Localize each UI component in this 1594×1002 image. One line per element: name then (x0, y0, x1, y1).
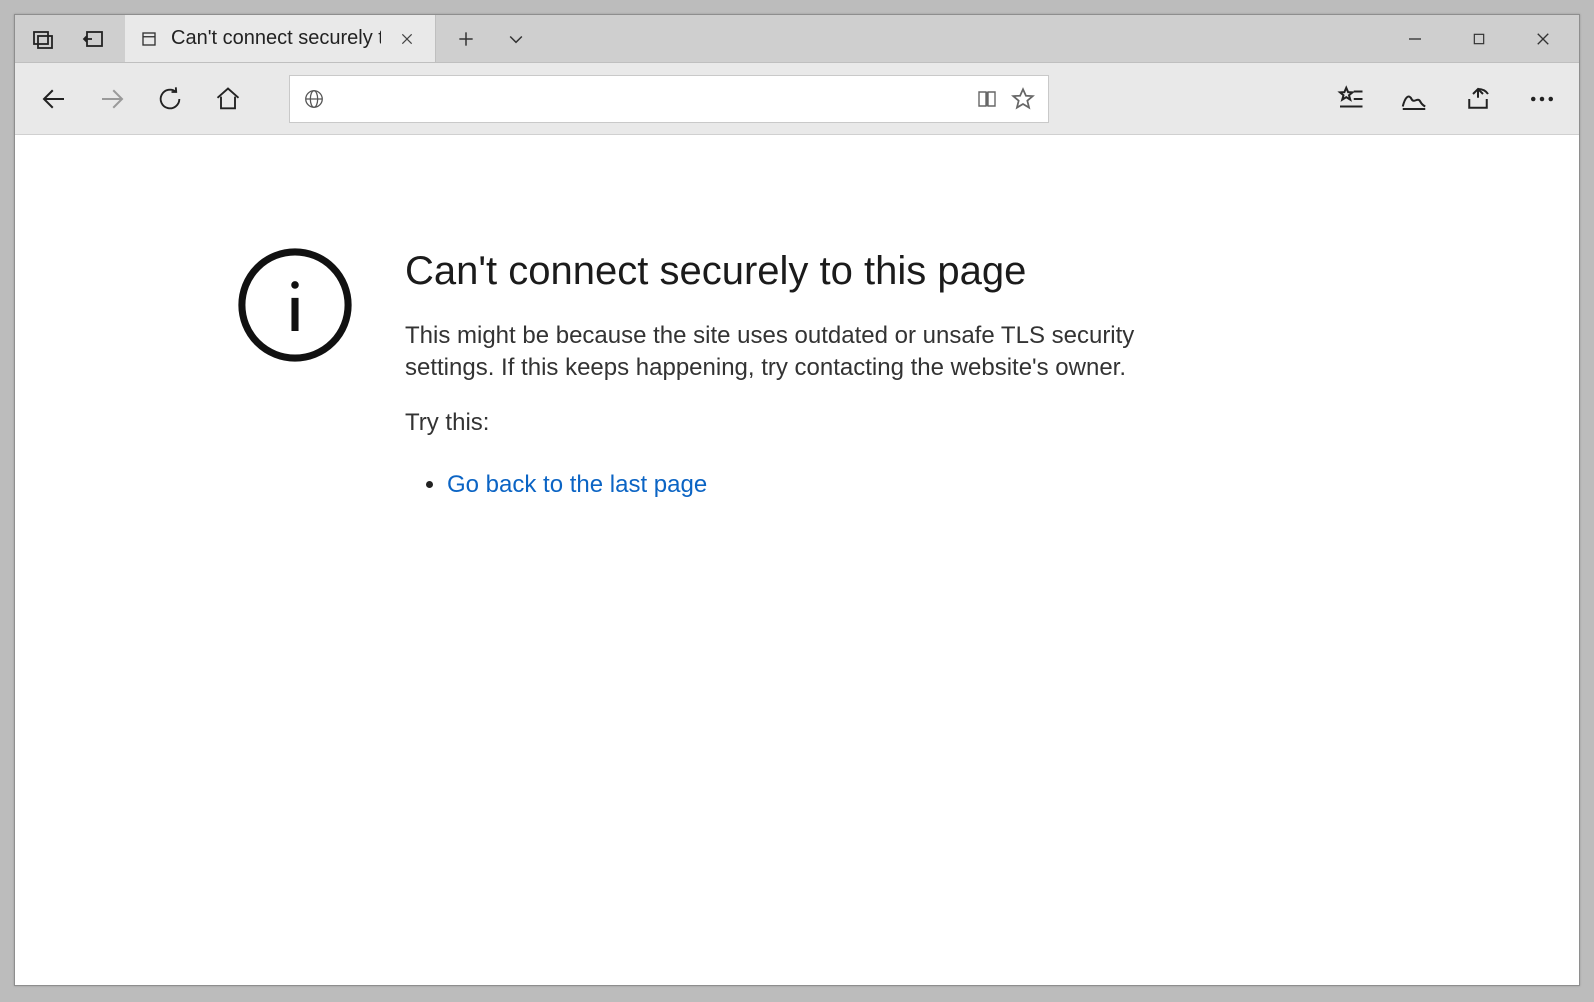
close-window-button[interactable] (1529, 25, 1557, 53)
set-aside-tabs-icon[interactable] (79, 25, 107, 53)
error-suggestions: Go back to the last page (405, 471, 1185, 499)
title-bar: Can't connect securely t (15, 15, 1579, 63)
forward-button[interactable] (83, 70, 141, 128)
page-icon (139, 29, 159, 49)
maximize-button[interactable] (1465, 25, 1493, 53)
error-heading: Can't connect securely to this page (405, 249, 1185, 294)
refresh-button[interactable] (141, 70, 199, 128)
toolbar-right (1303, 82, 1569, 116)
minimize-button[interactable] (1401, 25, 1429, 53)
address-bar[interactable] (289, 75, 1049, 123)
tab-title: Can't connect securely t (171, 27, 381, 50)
favorite-star-icon[interactable] (1008, 84, 1038, 114)
home-button[interactable] (199, 70, 257, 128)
tabs-overview-icon[interactable] (29, 25, 57, 53)
browser-window: Can't connect securely t (14, 14, 1580, 986)
info-icon (235, 245, 355, 365)
url-input[interactable] (328, 87, 966, 110)
favorites-list-icon[interactable] (1333, 82, 1367, 116)
more-icon[interactable] (1525, 82, 1559, 116)
tab-dropdown-button[interactable] (502, 25, 530, 53)
toolbar (15, 63, 1579, 135)
error-description: This might be because the site uses outd… (405, 320, 1185, 385)
tab-strip: Can't connect securely t (125, 15, 436, 62)
globe-icon (300, 85, 328, 113)
reading-view-icon[interactable] (972, 84, 1002, 114)
tab-preview-controls (15, 15, 125, 62)
list-item: Go back to the last page (447, 471, 1185, 499)
back-button[interactable] (25, 70, 83, 128)
notes-icon[interactable] (1397, 82, 1431, 116)
tab-actions (436, 15, 546, 62)
go-back-link[interactable]: Go back to the last page (447, 471, 707, 498)
tab-close-button[interactable] (393, 25, 421, 53)
share-icon[interactable] (1461, 82, 1495, 116)
window-controls (1379, 15, 1579, 62)
error-try-label: Try this: (405, 409, 1185, 437)
error-page: Can't connect securely to this page This… (15, 135, 1579, 539)
new-tab-button[interactable] (452, 25, 480, 53)
page-content: Can't connect securely to this page This… (15, 135, 1579, 985)
tab-active[interactable]: Can't connect securely t (125, 15, 436, 62)
